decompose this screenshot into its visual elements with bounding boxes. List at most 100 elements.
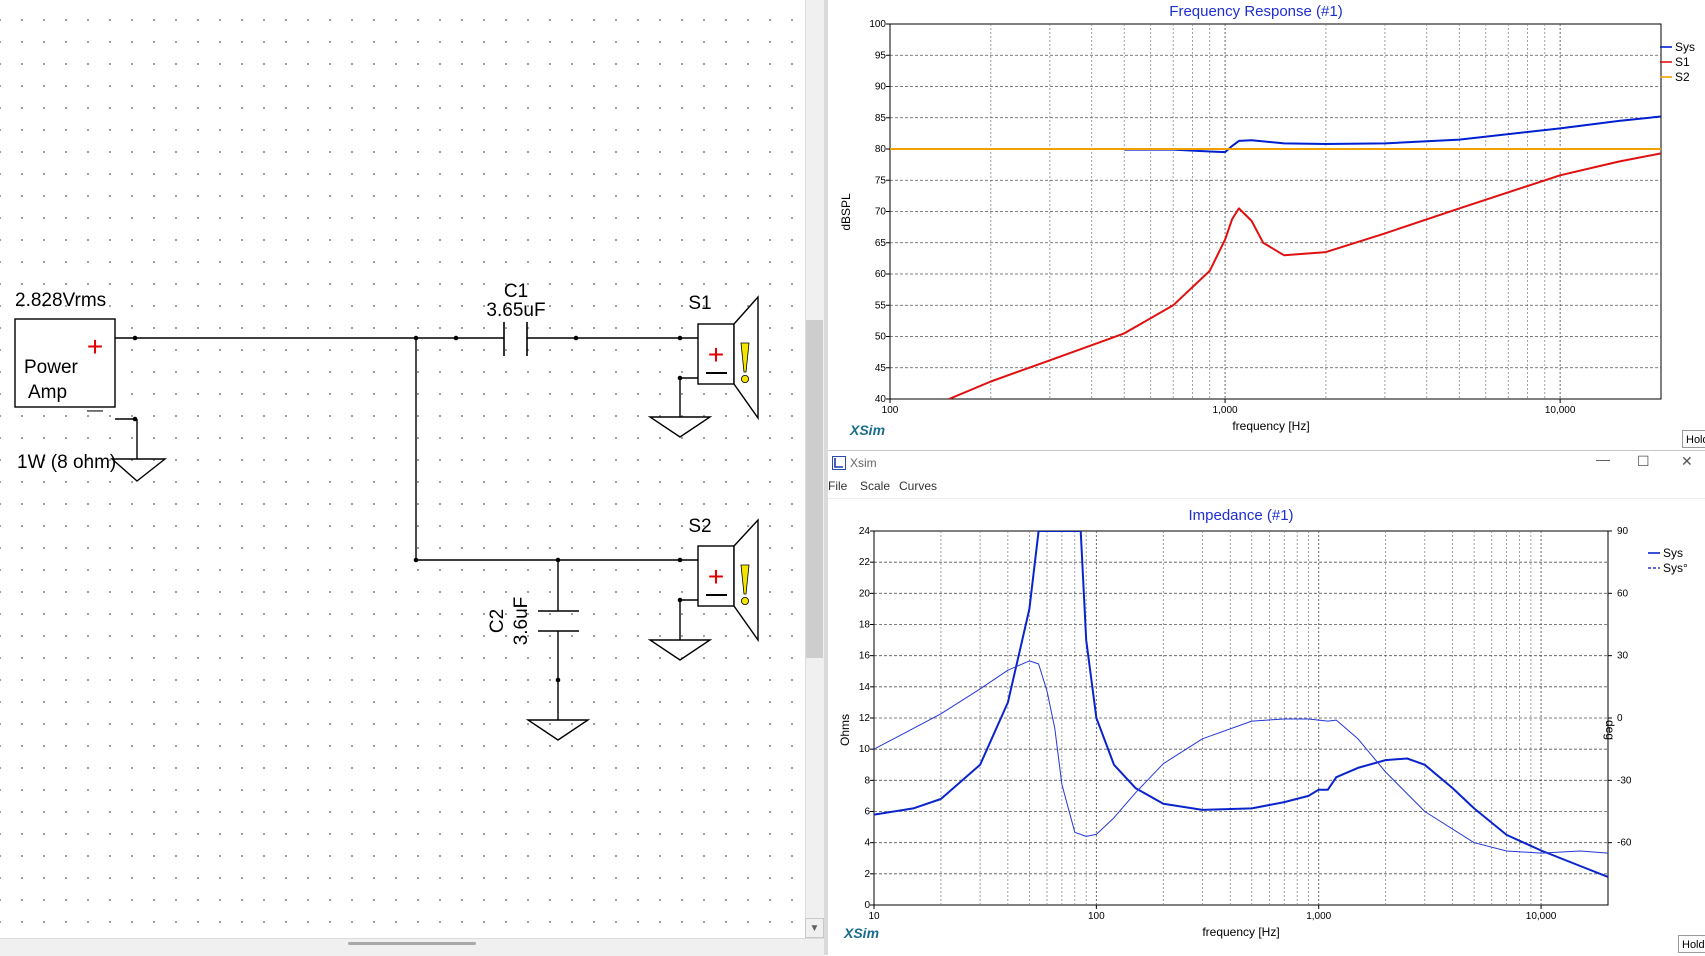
app-icon: [832, 456, 846, 470]
y2-tick-label: -60: [1617, 838, 1632, 849]
chart-grid: [870, 530, 1612, 909]
chart-legend: SysSys°: [1648, 546, 1688, 575]
y-tick-label: 0: [864, 900, 870, 911]
y-tick-label: 100: [869, 19, 886, 30]
s1-name: S1: [688, 293, 711, 314]
y-tick-label: 95: [875, 50, 887, 61]
hold-button[interactable]: Hold: [1682, 430, 1705, 448]
c2-name: C2: [487, 609, 508, 633]
s1-minus-mark: [706, 372, 727, 374]
ground-amp: [110, 458, 168, 482]
hold-button[interactable]: Hold: [1678, 935, 1705, 953]
x-tick-label: 1,000: [1306, 911, 1331, 922]
y2-tick-label: 60: [1617, 588, 1629, 599]
y-tick-label: 90: [875, 82, 887, 93]
chevron-down-icon: ▼: [809, 923, 820, 934]
y-tick-label: 2: [864, 869, 870, 880]
chart-title: Impedance (#1): [1188, 507, 1293, 524]
y-tick-label: 8: [864, 775, 870, 786]
power-label: 1W (8 ohm): [17, 452, 116, 473]
frequency-response-chart: Frequency Response (#1) 40 45 50 55 60 65 70 75…: [839, 3, 1695, 433]
y-tick-label: 70: [875, 207, 887, 218]
legend-label[interactable]: Sys: [1663, 546, 1683, 560]
close-icon[interactable]: ✕: [1681, 453, 1693, 470]
xsim-brand: XSim: [850, 422, 886, 438]
x-tick-labels: 10 100 1,000 10,000: [868, 911, 1556, 922]
y-tick-label: 24: [859, 526, 871, 537]
x-axis-label: frequency [Hz]: [1202, 925, 1279, 939]
window-title: Xsim: [850, 456, 877, 470]
y-tick-label: 16: [859, 651, 871, 662]
frequency-response-window: Frequency Response (#1) 40 45 50 55 60 65 70 75…: [828, 0, 1705, 448]
y-tick-label: 6: [864, 807, 870, 818]
s2-plus-sign: +: [708, 561, 724, 592]
y-tick-label: 45: [875, 363, 887, 374]
ground-s1: [647, 416, 713, 438]
impedance-chart: Impedance (#1) 024681012141618202224 -60…: [838, 507, 1688, 939]
y2-tick-label: 90: [1617, 526, 1629, 537]
chart-grid: [886, 23, 1662, 403]
amp-label-power: Power: [24, 357, 79, 378]
amp-minus-sign: —: [87, 402, 103, 419]
x-tick-label: 10,000: [1545, 405, 1576, 416]
s1-plus-sign: +: [708, 339, 724, 370]
y-tick-label: 65: [875, 238, 887, 249]
y-tick-label: 55: [875, 300, 887, 311]
y2-tick-labels: -60-300306090: [1617, 526, 1632, 849]
vertical-scroll-thumb[interactable]: [806, 320, 823, 658]
y2-axis-label: deg: [1603, 720, 1617, 740]
source-voltage-label: 2.828Vrms: [15, 290, 106, 311]
scroll-down-button[interactable]: ▼: [805, 918, 824, 938]
y-tick-labels: 40 45 50 55 60 65 70 75 80 85 90 95 100: [869, 19, 886, 405]
impedance-window: Xsim — ☐ ✕ File Scale Curves Impedance (…: [828, 450, 1705, 955]
y-tick-label: 12: [859, 713, 871, 724]
y-tick-label: 22: [859, 557, 871, 568]
s2-name: S2: [688, 516, 711, 537]
y-tick-label: 20: [859, 588, 871, 599]
legend-label[interactable]: S2: [1675, 70, 1690, 84]
menu-bar: File Scale Curves: [828, 475, 1705, 499]
x-tick-label: 100: [882, 405, 899, 416]
menu-scale[interactable]: Scale: [860, 479, 890, 493]
maximize-icon[interactable]: ☐: [1637, 453, 1650, 470]
horizontal-scrollbar[interactable]: [0, 938, 824, 956]
x-tick-label: 10: [868, 911, 880, 922]
y-tick-label: 4: [864, 838, 870, 849]
x-tick-label: 100: [1088, 911, 1105, 922]
y-tick-label: 85: [875, 113, 887, 124]
y-axis-label: dBSPL: [839, 193, 853, 231]
legend-label[interactable]: Sys°: [1663, 561, 1688, 575]
ground-s2: [647, 639, 713, 661]
c1-name: C1: [504, 281, 528, 302]
y-tick-label: 50: [875, 332, 887, 343]
y-tick-label: 18: [859, 620, 871, 631]
y-tick-label: 14: [859, 682, 871, 693]
y-axis-label: Ohms: [838, 714, 852, 746]
amp-plus-sign: +: [87, 331, 103, 362]
xsim-brand: XSim: [844, 925, 880, 941]
x-tick-label: 1,000: [1213, 405, 1238, 416]
x-tick-labels: 100 1,000 10,000: [882, 405, 1576, 416]
legend-label[interactable]: Sys: [1675, 40, 1695, 54]
y-tick-label: 10: [859, 744, 871, 755]
c1-value: 3.65uF: [486, 300, 545, 321]
y-tick-label: 75: [875, 175, 887, 186]
chart-title: Frequency Response (#1): [1169, 3, 1342, 20]
legend-label[interactable]: S1: [1675, 55, 1690, 69]
window-titlebar[interactable]: Xsim — ☐ ✕: [828, 450, 1705, 476]
schematic-canvas[interactable]: + — Power Amp 2.828Vrms 1W (8 ohm) C1 3.…: [0, 0, 805, 938]
amp-label-amp: Amp: [28, 382, 67, 403]
y-tick-label: 80: [875, 144, 887, 155]
y-tick-label: 60: [875, 269, 887, 280]
horizontal-scroll-thumb[interactable]: [348, 942, 476, 945]
y2-tick-label: -30: [1617, 775, 1632, 786]
ground-c2: [525, 719, 591, 741]
y-tick-label: 40: [875, 394, 887, 405]
y-tick-labels: 024681012141618202224: [859, 526, 871, 911]
minimize-icon[interactable]: —: [1596, 451, 1610, 467]
chart-legend: SysS1S2: [1660, 40, 1695, 84]
s2-minus-mark: [706, 594, 727, 596]
menu-curves[interactable]: Curves: [899, 479, 937, 493]
menu-file[interactable]: File: [828, 479, 847, 493]
x-tick-label: 10,000: [1526, 911, 1557, 922]
